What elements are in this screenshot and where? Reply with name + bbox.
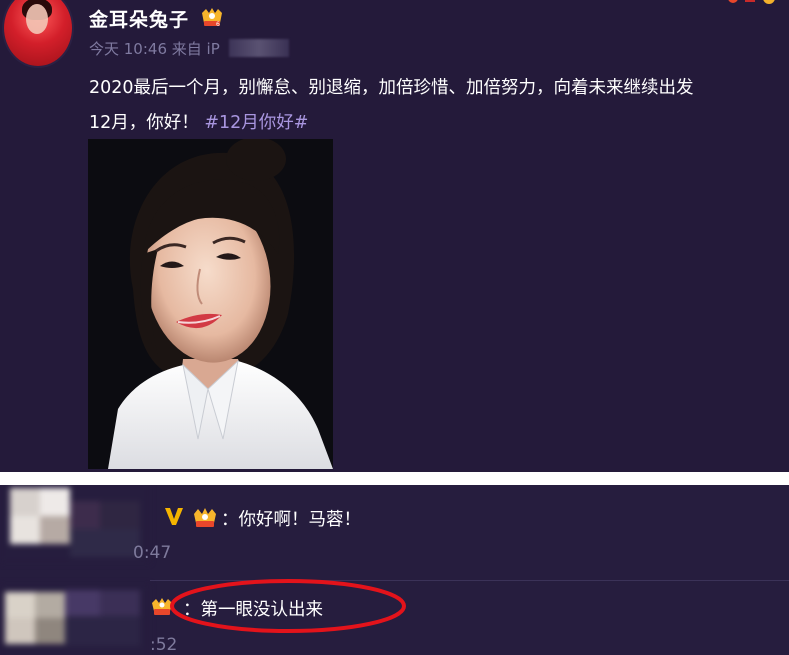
source-redaction xyxy=(229,39,289,57)
vip-crown-icon xyxy=(194,508,216,527)
content-line-2: 12月，你好！ #12月你好# xyxy=(89,106,789,141)
svg-text:6: 6 xyxy=(216,21,220,27)
hashtag-link[interactable]: #12月你好# xyxy=(204,113,308,133)
vip-crown-icon[interactable]: 6 xyxy=(200,7,224,27)
decoration-icon xyxy=(728,0,775,4)
post-meta: 今天 10:46 来自 iP xyxy=(89,38,220,59)
content-line-1: 2020最后一个月，别懈怠、别退缩，加倍珍惜、加倍努力，向着未来继续出发 xyxy=(89,78,694,98)
portrait-image xyxy=(88,139,333,469)
post-time[interactable]: 今天 10:46 xyxy=(89,40,167,58)
comment-avatar-blurred[interactable] xyxy=(0,584,150,655)
comment-avatar-blurred[interactable] xyxy=(0,485,150,563)
post-content: 2020最后一个月，别懈怠、别退缩，加倍珍惜、加倍努力，向着未来继续出发 12月… xyxy=(89,71,789,141)
author-username[interactable]: 金耳朵兔子 xyxy=(89,5,189,32)
author-avatar[interactable] xyxy=(4,0,72,66)
post-photo[interactable] xyxy=(88,139,333,469)
highlight-circle xyxy=(170,579,406,633)
avatar-face xyxy=(26,4,48,34)
verified-v-icon xyxy=(165,508,183,525)
comment-text: ：你好啊！马蓉！ xyxy=(221,510,361,530)
comment-time: 0:47 xyxy=(133,543,172,563)
post-source: 来自 iP xyxy=(171,40,220,58)
weibo-post: 金耳朵兔子 6 今天 10:46 来自 iP 2020最后一个月，别懈怠、别退缩… xyxy=(0,0,789,472)
content-text: 12月，你好！ xyxy=(89,113,199,133)
section-separator xyxy=(0,472,789,485)
comment-time: :52 xyxy=(150,635,178,655)
